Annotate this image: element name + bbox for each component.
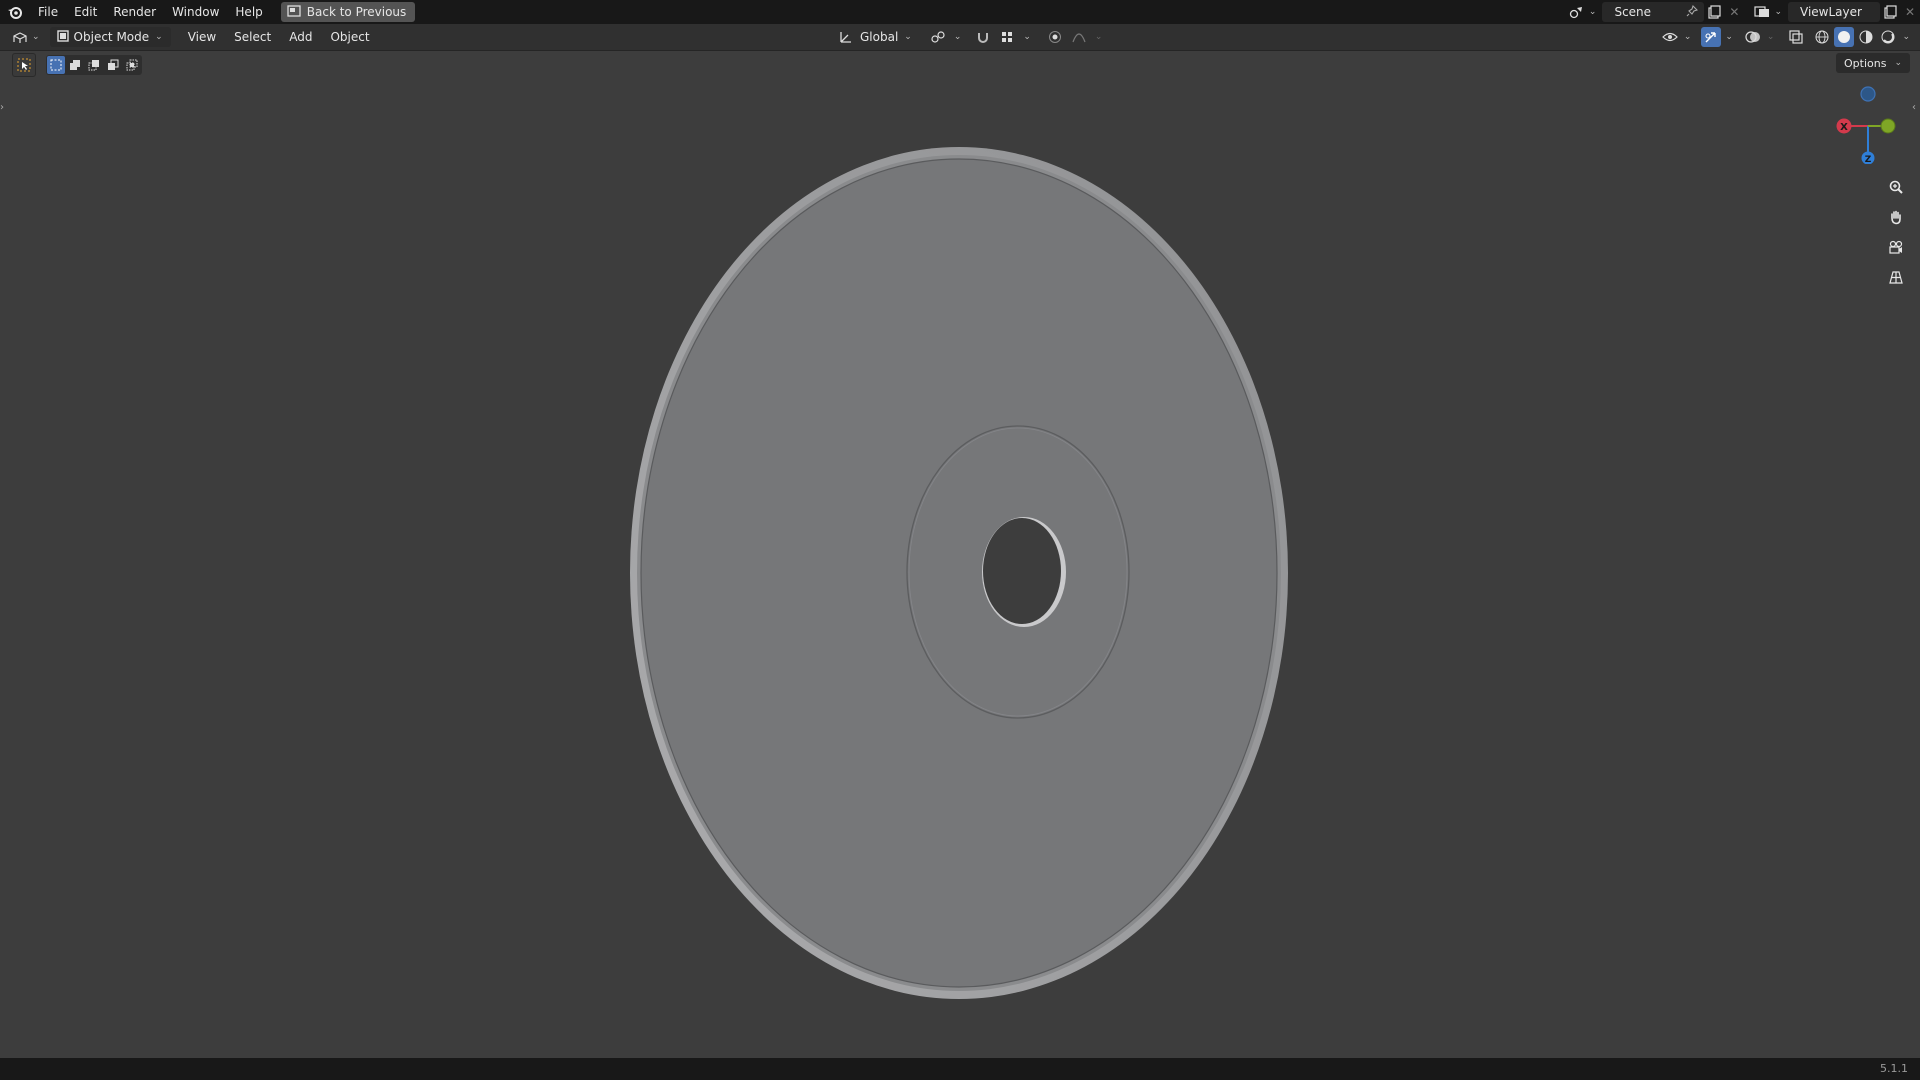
gizmo-x-label: X bbox=[1840, 122, 1848, 133]
restore-icon bbox=[287, 4, 301, 20]
object-cube-icon bbox=[56, 29, 70, 46]
material-shading-icon[interactable] bbox=[1856, 27, 1876, 47]
select-extend-icon[interactable] bbox=[66, 56, 84, 74]
top-bar: File Edit Render Window Help Back to Pre… bbox=[0, 0, 1920, 24]
toolbar-expand-arrow[interactable]: › bbox=[0, 102, 8, 116]
select-intersect-icon[interactable] bbox=[123, 56, 141, 74]
transform-orientation-icon[interactable] bbox=[836, 27, 856, 47]
rendered-shading-icon[interactable] bbox=[1878, 27, 1898, 47]
chevron-down-icon[interactable]: ⌄ bbox=[954, 32, 962, 42]
object-mode-dropdown[interactable]: Object Mode ⌄ bbox=[49, 27, 171, 47]
menu-render[interactable]: Render bbox=[105, 0, 164, 24]
blender-logo-icon[interactable] bbox=[0, 0, 30, 24]
3d-viewport-icon[interactable] bbox=[10, 27, 30, 47]
snap-magnet-icon[interactable] bbox=[973, 27, 993, 47]
scene-selector-icon[interactable] bbox=[1567, 2, 1587, 22]
center-hole bbox=[983, 518, 1061, 624]
proportional-edit-icon[interactable] bbox=[1045, 27, 1065, 47]
close-icon[interactable]: ✕ bbox=[1900, 2, 1920, 22]
chevron-down-icon[interactable]: ⌄ bbox=[1767, 32, 1775, 42]
header-center: Global ⌄ ⌄ ⌄ ⌄ bbox=[836, 27, 1104, 47]
status-bar: 5.1.1 bbox=[0, 1058, 1920, 1080]
sidebar-expand-arrow[interactable]: ‹ bbox=[1912, 102, 1920, 116]
visibility-icon[interactable] bbox=[1660, 27, 1680, 47]
xray-icon[interactable] bbox=[1786, 27, 1806, 47]
gizmo-z-label: Z bbox=[1865, 155, 1872, 164]
chevron-down-icon: ⌄ bbox=[155, 32, 163, 42]
menu-object[interactable]: Object bbox=[321, 30, 378, 44]
zoom-icon[interactable] bbox=[1884, 175, 1908, 199]
chevron-down-icon: ⌄ bbox=[1894, 58, 1902, 68]
chevron-down-icon[interactable]: ⌄ bbox=[1095, 32, 1103, 42]
chevron-down-icon[interactable]: ⌄ bbox=[1725, 32, 1733, 42]
header-left: ⌄ Object Mode ⌄ View Select Add Object bbox=[10, 27, 379, 47]
menu-file[interactable]: File bbox=[30, 0, 66, 24]
view-layer-icon[interactable] bbox=[1752, 2, 1772, 22]
select-subtract-icon[interactable] bbox=[85, 56, 103, 74]
navigation-tools bbox=[1884, 175, 1908, 289]
chevron-down-icon[interactable]: ⌄ bbox=[904, 32, 912, 42]
solid-shading-icon[interactable] bbox=[1834, 27, 1855, 47]
view-layer-field[interactable]: ViewLayer bbox=[1788, 2, 1880, 22]
menu-edit[interactable]: Edit bbox=[66, 0, 105, 24]
chevron-down-icon[interactable]: ⌄ bbox=[1774, 7, 1782, 17]
chevron-down-icon[interactable]: ⌄ bbox=[1902, 32, 1910, 42]
menu-help[interactable]: Help bbox=[227, 0, 270, 24]
tool-settings-row bbox=[12, 53, 142, 77]
wireframe-shading-icon[interactable] bbox=[1812, 27, 1832, 47]
selection-mode-group bbox=[46, 55, 142, 75]
close-icon[interactable]: ✕ bbox=[1724, 2, 1744, 22]
hand-icon[interactable] bbox=[1884, 205, 1908, 229]
select-invert-icon[interactable] bbox=[104, 56, 122, 74]
version-label: 5.1.1 bbox=[1880, 1062, 1908, 1075]
header-right: ⌄ ⌄ ⌄ ⌄ bbox=[1660, 27, 1912, 47]
topbar-right: ⌄ Scene ✕ ⌄ ViewLayer ✕ bbox=[1567, 0, 1920, 24]
menu-select[interactable]: Select bbox=[225, 30, 280, 44]
camera-icon[interactable] bbox=[1884, 235, 1908, 259]
grid-icon[interactable] bbox=[1884, 265, 1908, 289]
object-mode-label: Object Mode bbox=[73, 30, 150, 44]
chevron-down-icon[interactable]: ⌄ bbox=[1684, 32, 1692, 42]
gizmo-toggle-icon[interactable] bbox=[1701, 27, 1722, 47]
select-new-icon[interactable] bbox=[47, 56, 65, 74]
menu-view[interactable]: View bbox=[179, 30, 225, 44]
falloff-curve-icon[interactable] bbox=[1069, 27, 1089, 47]
new-scene-icon[interactable] bbox=[1704, 2, 1724, 22]
back-to-previous-label: Back to Previous bbox=[306, 5, 407, 19]
chevron-down-icon[interactable]: ⌄ bbox=[1589, 7, 1597, 17]
gizmo-y-axis[interactable] bbox=[1880, 118, 1896, 134]
options-label: Options bbox=[1844, 56, 1887, 70]
overlays-icon[interactable] bbox=[1743, 27, 1763, 47]
select-tool-button[interactable] bbox=[12, 53, 36, 77]
menu-window[interactable]: Window bbox=[164, 0, 227, 24]
chevron-down-icon[interactable]: ⌄ bbox=[32, 32, 40, 42]
gizmo-neg-z[interactable] bbox=[1860, 86, 1876, 102]
scene-field[interactable]: Scene bbox=[1602, 2, 1705, 22]
options-dropdown[interactable]: Options ⌄ bbox=[1836, 53, 1910, 73]
viewport-object[interactable] bbox=[620, 140, 1300, 1023]
pivot-icon[interactable] bbox=[928, 27, 948, 47]
new-view-layer-icon[interactable] bbox=[1880, 2, 1900, 22]
scene-name: Scene bbox=[1614, 5, 1652, 19]
view-layer-name: ViewLayer bbox=[1800, 5, 1862, 19]
back-to-previous-button[interactable]: Back to Previous bbox=[280, 2, 416, 22]
snap-grid-icon[interactable] bbox=[997, 27, 1017, 47]
pin-icon[interactable] bbox=[1686, 4, 1699, 20]
navigation-gizmo[interactable]: X Z bbox=[1830, 84, 1900, 165]
transform-orientation-value[interactable]: Global bbox=[860, 30, 898, 44]
viewport-header: ⌄ Object Mode ⌄ View Select Add Object G… bbox=[0, 24, 1920, 51]
chevron-down-icon[interactable]: ⌄ bbox=[1023, 32, 1031, 42]
menu-add[interactable]: Add bbox=[280, 30, 321, 44]
